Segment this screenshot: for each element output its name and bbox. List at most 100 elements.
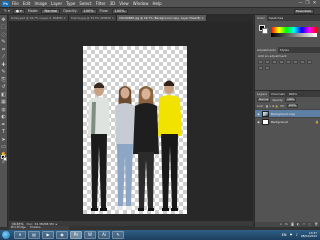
background-color-chip[interactable] [262, 28, 268, 34]
levels-icon[interactable] [265, 60, 270, 64]
color-ramp[interactable] [271, 33, 317, 37]
fx-icon[interactable]: fx [285, 222, 288, 227]
new-layer-icon[interactable]: ▢ [308, 222, 311, 227]
channel-mixer-icon[interactable] [265, 66, 270, 70]
photoshop-icon[interactable]: Ps [70, 231, 82, 239]
close-icon[interactable]: ✕ [311, 0, 318, 7]
paint-icon[interactable]: ✎ [112, 231, 124, 239]
adjustment-icon[interactable]: ◐ [297, 222, 300, 227]
document-canvas[interactable] [83, 46, 187, 214]
eraser-icon[interactable]: ◧ [1, 92, 7, 98]
explorer-icon[interactable]: ▤ [28, 231, 40, 239]
crop-icon[interactable]: ⌗ [1, 47, 7, 53]
trash-icon[interactable]: 🗑 [314, 222, 318, 227]
language-indicator[interactable]: EN [282, 233, 287, 237]
menu-file[interactable]: File [12, 0, 19, 7]
brush-size-picker[interactable]: ● ▾ [12, 8, 25, 14]
brush-icon[interactable]: ✎ [1, 69, 7, 75]
lock-icons[interactable]: ▦ ✎ ✥ 🔒 [266, 105, 279, 108]
adjustment-icons [255, 59, 320, 71]
restore-icon[interactable]: ❐ [304, 0, 311, 7]
color-balance-icon[interactable] [300, 60, 305, 64]
menu-type[interactable]: Type [66, 0, 75, 7]
blur-icon[interactable]: ◍ [1, 107, 7, 113]
color-swatches[interactable] [1, 155, 8, 162]
clone-icon[interactable]: ⎘ [1, 77, 7, 83]
firefox-icon[interactable]: ◉ [56, 231, 68, 239]
window-controls: — ❐ ✕ [297, 0, 318, 7]
pen-icon[interactable]: ✒ [1, 122, 7, 128]
dodge-icon[interactable]: ◐ [1, 114, 7, 120]
status-menu-icon[interactable]: ▸ [56, 222, 58, 226]
layer-name[interactable]: Background copy [271, 112, 295, 116]
type-icon[interactable]: T [1, 129, 7, 135]
mode-select[interactable]: Normal [41, 8, 61, 14]
tab-layers[interactable]: Layers [255, 91, 269, 97]
blend-mode-select[interactable]: Normal [257, 98, 271, 102]
opacity-input[interactable]: 100% [80, 8, 97, 14]
fill-input[interactable]: 100% [286, 104, 299, 108]
history-brush-icon[interactable]: ↺ [1, 84, 7, 90]
layer-name[interactable]: Background [271, 120, 288, 124]
lasso-icon[interactable]: ◌ [1, 32, 7, 38]
tab-adjustments[interactable]: Adjustments [255, 47, 278, 53]
path-select-icon[interactable]: ➤ [1, 137, 7, 143]
brightness-icon[interactable] [258, 60, 263, 64]
menu-layer[interactable]: Layer [51, 0, 62, 7]
layer-row-background-copy[interactable]: ◉ Background copy [255, 109, 320, 117]
media-player-icon[interactable]: ▶ [42, 231, 54, 239]
tab-channels[interactable]: Channels [269, 91, 287, 97]
exposure-icon[interactable] [279, 60, 284, 64]
flag-icon[interactable]: ⚑ [290, 233, 293, 237]
minimize-icon[interactable]: — [297, 0, 304, 7]
workspace-select[interactable]: Essentials [294, 9, 314, 14]
layers-panel: Layers Channels Paths Normal Opacity: 10… [255, 90, 320, 227]
layer-opacity-input[interactable]: 100% [285, 98, 297, 102]
eye-icon[interactable]: ◉ [257, 112, 260, 116]
quick-select-icon[interactable]: ✎ [1, 39, 7, 45]
start-button[interactable] [2, 231, 10, 239]
photo-filter-icon[interactable] [258, 66, 263, 70]
menu-3d[interactable]: 3D [110, 0, 116, 7]
word-icon[interactable]: W [84, 231, 96, 239]
zoom-level[interactable]: 16.67% [11, 221, 25, 226]
background-swatch[interactable] [3, 157, 7, 161]
clock[interactable]: 13:37 08/04/2015 [301, 231, 317, 239]
shape-icon[interactable]: ▭ [1, 144, 7, 150]
move-icon[interactable]: ✥ [1, 17, 7, 23]
eye-icon[interactable]: ◉ [257, 120, 260, 124]
tab-styles[interactable]: Styles [278, 47, 291, 53]
canvas-workspace[interactable] [9, 21, 253, 221]
gradient-icon[interactable]: ▦ [1, 99, 7, 105]
menu-window[interactable]: Window [133, 0, 149, 7]
menu-edit[interactable]: Edit [23, 0, 31, 7]
person-4 [158, 80, 182, 211]
tab-paths[interactable]: Paths [287, 91, 299, 97]
marquee-icon[interactable]: ⬚ [1, 24, 7, 30]
folder-icon[interactable]: ▭ [303, 222, 306, 227]
layer-row-background[interactable]: ◉ Background 🔒 [255, 117, 320, 125]
brush-tool-icon[interactable]: ✎ ▾ [4, 9, 10, 13]
cutout-photo [88, 80, 182, 211]
flow-input[interactable]: 100% [111, 8, 128, 14]
menu-image[interactable]: Image [34, 0, 47, 7]
curves-icon[interactable] [272, 60, 277, 64]
link-icon[interactable]: ∞ [280, 222, 283, 227]
mask-icon[interactable]: ◙ [291, 222, 294, 227]
eyedropper-icon[interactable]: ⁄ [1, 54, 7, 60]
illustrator-icon[interactable]: Ai [98, 231, 110, 239]
options-bar: ✎ ▾ ● ▾ Mode: Normal Opacity: 100% Flow:… [0, 7, 320, 15]
menu-view[interactable]: View [119, 0, 129, 7]
menu-help[interactable]: Help [152, 0, 161, 7]
system-tray: EN ⚑ ♪ 13:37 08/04/2015 [282, 231, 320, 239]
vibrance-icon[interactable] [286, 60, 291, 64]
black-white-icon[interactable] [307, 60, 312, 64]
menu-select[interactable]: Select [79, 0, 91, 7]
healing-icon[interactable]: ✚ [1, 62, 7, 68]
hue-saturation-icon[interactable] [293, 60, 298, 64]
ie-icon[interactable]: e [14, 231, 26, 239]
mode-label: Mode: [27, 9, 39, 13]
menu-filter[interactable]: Filter [96, 0, 106, 7]
tools-panel: ✥⬚◌✎⌗⁄✚✎⎘↺◧▦◍◐✒T➤▭✋⌕ [0, 15, 8, 227]
volume-icon[interactable]: ♪ [296, 233, 298, 237]
